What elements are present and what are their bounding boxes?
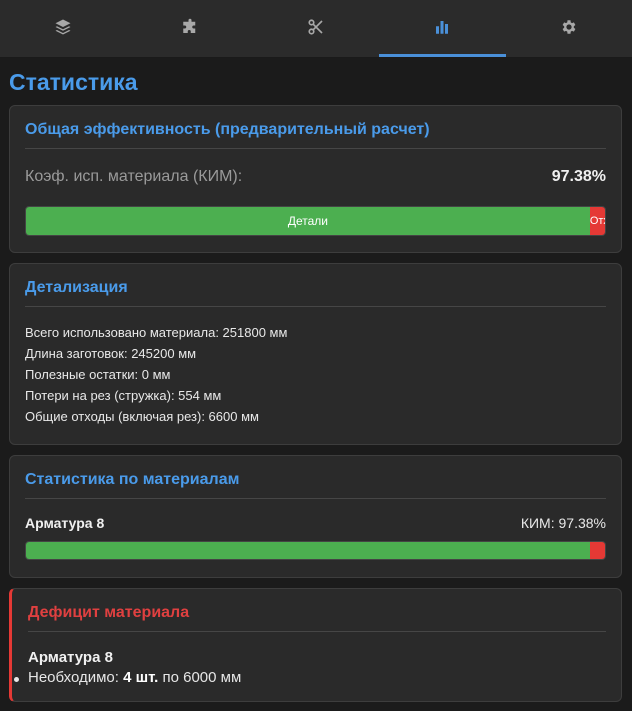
materials-card: Статистика по материалам Арматура 8 КИМ:… bbox=[9, 455, 622, 578]
scissors-icon bbox=[308, 18, 323, 35]
detail-line: Полезные остатки: 0 мм bbox=[25, 367, 171, 382]
page-title: Статистика bbox=[9, 69, 138, 95]
kim-label: Коэф. исп. материала (КИМ): bbox=[25, 168, 243, 185]
materials-title: Статистика по материалам bbox=[25, 456, 606, 499]
details-list: Всего использовано материала: 251800 мм … bbox=[25, 307, 606, 446]
gear-icon bbox=[562, 19, 576, 34]
deficit-needed: Необходимо: 4 шт. по 6000 мм bbox=[14, 669, 606, 700]
material-used-segment bbox=[26, 542, 590, 559]
deficit-card: Дефицит материала Арматура 8 Необходимо:… bbox=[9, 588, 622, 702]
tab-settings[interactable] bbox=[506, 0, 632, 57]
tab-layers[interactable] bbox=[0, 0, 126, 57]
deficit-material: Арматура 8 bbox=[28, 649, 113, 666]
detail-line: Длина заготовок: 245200 мм bbox=[25, 346, 197, 361]
layers-icon bbox=[55, 19, 71, 34]
puzzle-icon bbox=[182, 18, 195, 33]
tab-bar bbox=[0, 0, 632, 58]
kim-value: 97.38% bbox=[551, 168, 606, 185]
deficit-needed-qty: 4 шт. bbox=[123, 669, 159, 686]
efficiency-bar: Детали Отход bbox=[25, 206, 606, 236]
material-kim: КИМ: 97.38% bbox=[520, 515, 606, 531]
efficiency-title: Общая эффективность (предварительный рас… bbox=[25, 106, 606, 149]
detail-line: Потери на рез (стружка): 554 мм bbox=[25, 388, 222, 403]
parts-segment: Детали bbox=[26, 207, 590, 235]
material-waste-segment bbox=[589, 542, 605, 559]
waste-segment: Отход bbox=[589, 207, 605, 235]
details-card: Детализация Всего использовано материала… bbox=[9, 263, 622, 445]
deficit-title: Дефицит материала bbox=[28, 589, 606, 632]
statistics-panel: Статистика Общая эффективность (предвари… bbox=[0, 69, 632, 702]
bar-chart-icon bbox=[436, 20, 449, 34]
details-title: Детализация bbox=[25, 264, 606, 307]
tab-puzzle[interactable] bbox=[126, 0, 252, 57]
deficit-needed-prefix: Необходимо: bbox=[28, 669, 119, 686]
efficiency-card: Общая эффективность (предварительный рас… bbox=[9, 105, 622, 253]
detail-line: Общие отходы (включая рез): 6600 мм bbox=[25, 409, 259, 424]
kim-row: Коэф. исп. материала (КИМ): 97.38% bbox=[25, 167, 606, 187]
material-bar bbox=[25, 541, 606, 560]
detail-line: Всего использовано материала: 251800 мм bbox=[25, 325, 288, 340]
deficit-needed-suffix: по 6000 мм bbox=[162, 669, 242, 686]
material-name: Арматура 8 bbox=[25, 515, 105, 531]
material-row: Арматура 8 КИМ: 97.38% bbox=[25, 515, 606, 531]
tab-scissors[interactable] bbox=[253, 0, 379, 57]
tab-statistics[interactable] bbox=[379, 0, 507, 57]
